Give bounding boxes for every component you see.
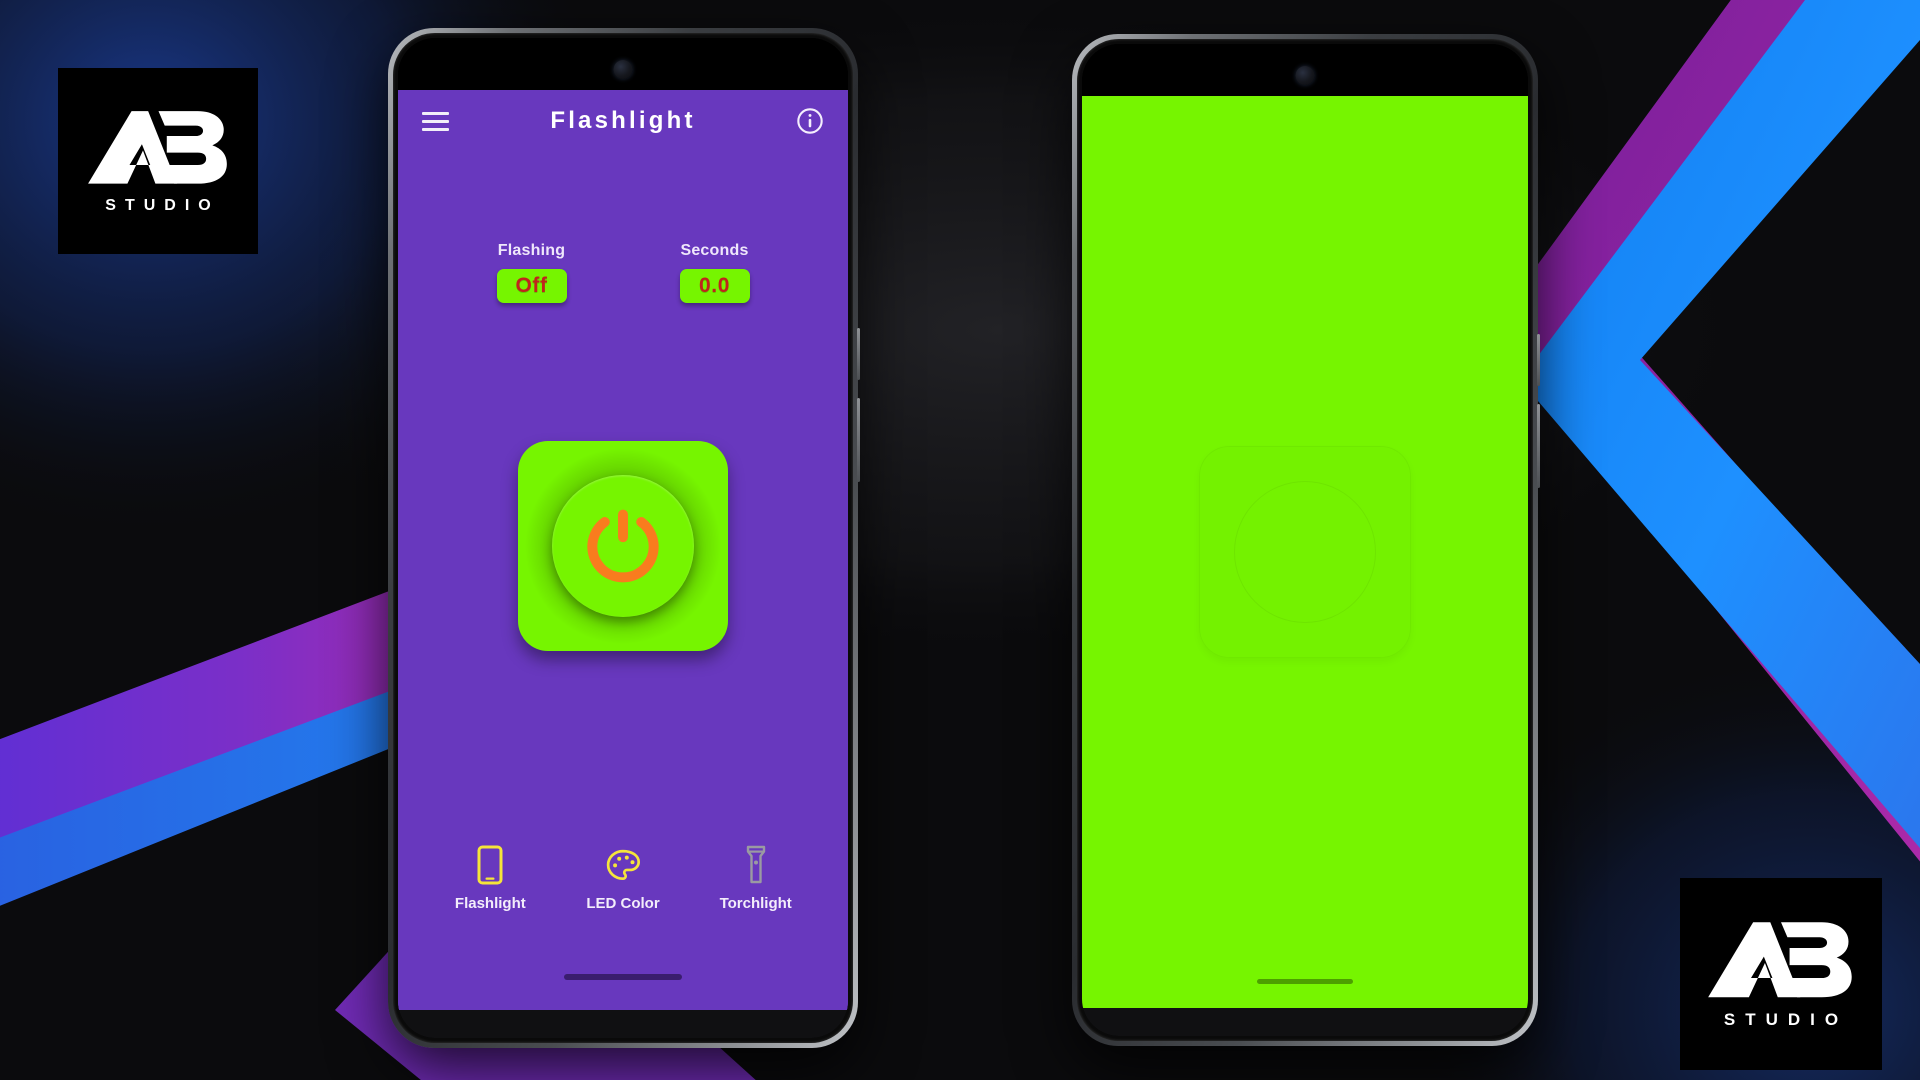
- status-bar: [398, 38, 848, 90]
- phone-mockup-right: [1072, 34, 1540, 1046]
- info-circle-icon[interactable]: [796, 107, 824, 135]
- power-button-ghost-outline: [1199, 446, 1411, 658]
- background: [0, 0, 1920, 1080]
- power-icon: [587, 509, 659, 583]
- ab-studio-logo-bottom-right: STUDIO: [1680, 878, 1882, 1070]
- power-button[interactable]: [552, 475, 694, 617]
- gesture-bar-area: [398, 974, 848, 1010]
- bottom-navigation: Flashlight LED Color Torchlight: [398, 843, 848, 912]
- color-palette-icon: [604, 843, 642, 885]
- phone-power-side-button: [1537, 404, 1540, 488]
- flashlight-on-screen[interactable]: [1082, 96, 1528, 1008]
- phone-power-side-button: [857, 398, 860, 482]
- ab-monogram-icon: [1708, 922, 1852, 997]
- page-title: Flashlight: [550, 107, 696, 134]
- phone-screen-left: Flashlight Flashing Off Seconds 0.0 Flas…: [398, 38, 848, 1038]
- ab-studio-logo-top-left: STUDIO: [58, 68, 258, 254]
- status-bar: [1082, 44, 1528, 96]
- phone-screen-right: [1082, 44, 1528, 1036]
- phone-mockup-left: Flashlight Flashing Off Seconds 0.0 Flas…: [388, 28, 860, 1048]
- phone-bezel: Flashlight Flashing Off Seconds 0.0 Flas…: [393, 33, 853, 1043]
- front-camera-icon: [1295, 66, 1315, 85]
- phone-volume-button: [1537, 334, 1540, 386]
- phone-volume-button: [857, 328, 860, 380]
- phone-bezel: [1077, 39, 1533, 1041]
- power-circle-ghost-outline: [1234, 481, 1376, 623]
- nav-item-flashlight[interactable]: Flashlight: [424, 843, 557, 912]
- phone-screen-icon: [477, 843, 503, 885]
- system-nav-bar: [398, 1010, 848, 1038]
- flashlight-app: Flashlight Flashing Off Seconds 0.0 Flas…: [398, 90, 848, 1010]
- hamburger-menu-icon[interactable]: [422, 111, 449, 131]
- nav-label: Flashlight: [454, 895, 526, 912]
- background-decoration: [0, 0, 1920, 1080]
- nav-item-led-color[interactable]: LED Color: [557, 843, 690, 912]
- home-gesture-pill[interactable]: [1257, 979, 1353, 984]
- nav-label: Torchlight: [719, 895, 792, 912]
- app-toolbar: Flashlight: [398, 90, 848, 152]
- ab-monogram-icon: [87, 111, 227, 184]
- ab-studio-logo-subtitle: STUDIO: [105, 196, 220, 214]
- system-nav-bar: [1082, 1008, 1528, 1036]
- nav-item-torchlight[interactable]: Torchlight: [689, 843, 822, 912]
- power-button-area: [398, 249, 848, 843]
- power-button-pad[interactable]: [518, 441, 728, 651]
- flashlight-torch-icon: [744, 843, 768, 885]
- nav-label: LED Color: [586, 895, 660, 912]
- home-gesture-pill[interactable]: [564, 974, 682, 980]
- front-camera-icon: [613, 60, 633, 79]
- ab-studio-logo-subtitle: STUDIO: [1723, 1010, 1849, 1030]
